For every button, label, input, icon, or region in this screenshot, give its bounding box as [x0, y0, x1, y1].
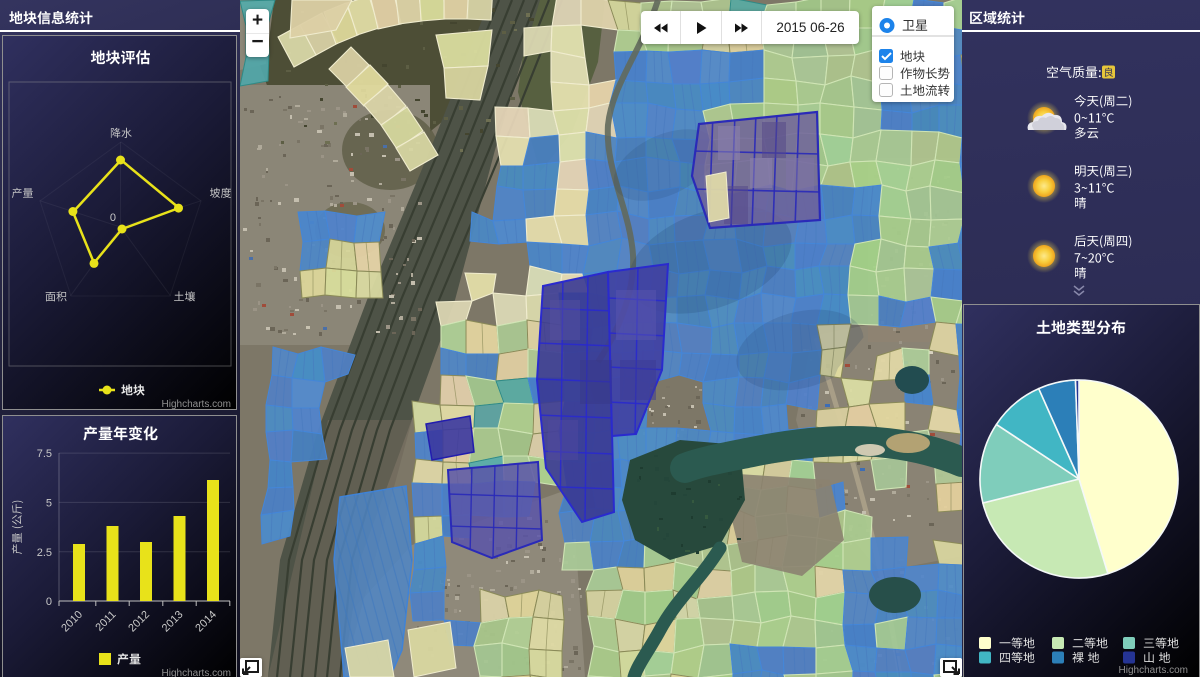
- svg-text:0: 0: [46, 596, 52, 608]
- svg-text:2014: 2014: [193, 609, 219, 635]
- svg-text:2012: 2012: [126, 609, 152, 635]
- svg-text:2.5: 2.5: [37, 547, 52, 559]
- svg-text:7.5: 7.5: [37, 448, 52, 460]
- svg-text:Highcharts.com: Highcharts.com: [1119, 665, 1188, 676]
- svg-text:5: 5: [46, 498, 52, 510]
- svg-text:0: 0: [110, 212, 116, 224]
- svg-text:Highcharts.com: Highcharts.com: [162, 668, 231, 677]
- svg-text:Highcharts.com: Highcharts.com: [162, 399, 231, 409]
- svg-text:2013: 2013: [160, 609, 186, 635]
- svg-text:2011: 2011: [93, 609, 118, 634]
- svg-text:2010: 2010: [59, 609, 85, 635]
